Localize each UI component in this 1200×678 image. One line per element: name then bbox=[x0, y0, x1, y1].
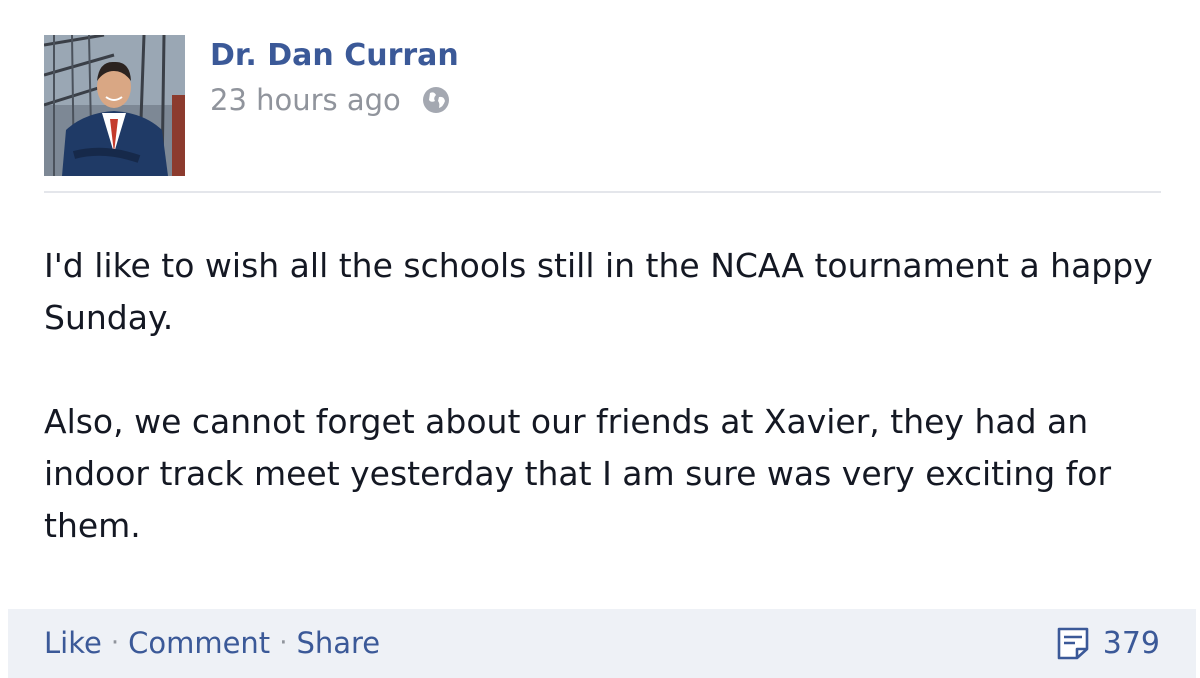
post-meta: 23 hours ago bbox=[210, 83, 451, 117]
facebook-post: Dr. Dan Curran 23 hours ago I'd like to … bbox=[0, 0, 1200, 678]
post-actions-bar: Like · Comment · Share 379 bbox=[8, 609, 1196, 678]
author-name[interactable]: Dr. Dan Curran bbox=[210, 38, 459, 73]
post-actions: Like · Comment · Share bbox=[44, 626, 380, 660]
post-paragraph: I'd like to wish all the schools still i… bbox=[44, 246, 1153, 337]
comment-link[interactable]: Comment bbox=[128, 626, 270, 660]
globe-icon[interactable] bbox=[421, 85, 451, 115]
action-separator: · bbox=[110, 628, 120, 658]
header-divider bbox=[44, 191, 1161, 193]
comment-count: 379 bbox=[1102, 625, 1160, 661]
post-timestamp[interactable]: 23 hours ago bbox=[210, 83, 401, 117]
post-paragraph: Also, we cannot forget about our friends… bbox=[44, 402, 1112, 545]
share-link[interactable]: Share bbox=[296, 626, 380, 660]
like-link[interactable]: Like bbox=[44, 626, 102, 660]
action-separator: · bbox=[279, 628, 288, 658]
avatar-photo bbox=[44, 35, 185, 176]
comment-bubble-icon bbox=[1055, 625, 1091, 661]
comment-count-button[interactable]: 379 bbox=[1055, 625, 1160, 661]
author-avatar[interactable] bbox=[44, 35, 185, 176]
post-body: I'd like to wish all the schools still i… bbox=[44, 240, 1184, 604]
